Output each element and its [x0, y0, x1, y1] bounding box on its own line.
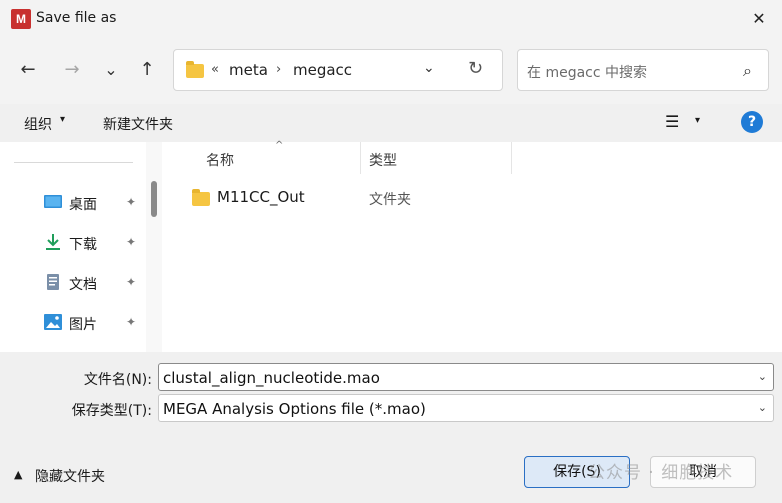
- close-button[interactable]: ✕: [736, 0, 782, 38]
- search-placeholder: 在 megacc 中搜索: [527, 65, 648, 81]
- sort-caret-icon: ^: [275, 140, 284, 151]
- filename-field[interactable]: clustal_align_nucleotide.mao ⌄: [158, 363, 774, 391]
- chevron-down-icon[interactable]: ⌄: [758, 401, 767, 414]
- save-fields: 文件名(N): clustal_align_nucleotide.mao ⌄ 保…: [0, 352, 782, 432]
- filetype-value: MEGA Analysis Options file (*.mao): [163, 400, 426, 418]
- browser-area: 桌面 ✦ 下载 ✦ 文档 ✦ 图片 ✦ ^ 名称 类型 M11CC_Out 文件…: [0, 140, 782, 352]
- pin-icon[interactable]: ✦: [126, 315, 136, 329]
- file-name: M11CC_Out: [217, 188, 305, 206]
- search-icon[interactable]: ⌕: [743, 61, 752, 81]
- sidebar-item-label: 下载: [69, 237, 97, 253]
- filetype-label: 保存类型(T):: [71, 403, 152, 419]
- recent-locations-button[interactable]: ⌄: [97, 58, 125, 82]
- sidebar-item-documents[interactable]: 文档 ✦: [44, 270, 144, 296]
- navigation-pane: 桌面 ✦ 下载 ✦ 文档 ✦ 图片 ✦: [0, 142, 162, 352]
- filename-label: 文件名(N):: [83, 372, 152, 388]
- back-button[interactable]: ←: [14, 58, 42, 82]
- breadcrumb-overflow[interactable]: «: [211, 62, 219, 77]
- help-icon[interactable]: ?: [741, 111, 763, 133]
- sidebar-item-label: 桌面: [69, 197, 97, 213]
- filename-value: clustal_align_nucleotide.mao: [163, 369, 380, 387]
- forward-button[interactable]: →: [58, 58, 86, 82]
- breadcrumb-meta[interactable]: meta: [229, 61, 268, 79]
- pin-icon[interactable]: ✦: [126, 275, 136, 289]
- view-list-icon[interactable]: ☰: [665, 112, 679, 131]
- sidebar-item-desktop[interactable]: 桌面 ✦: [44, 190, 144, 216]
- pictures-icon: [44, 314, 62, 330]
- download-icon: [46, 234, 60, 250]
- scrollbar-thumb[interactable]: [151, 181, 157, 217]
- sidebar-item-downloads[interactable]: 下载 ✦: [44, 230, 144, 256]
- hide-folders-button[interactable]: 隐藏文件夹: [35, 466, 105, 486]
- folder-icon: [186, 61, 204, 78]
- command-bar: 组织 ▾ 新建文件夹 ☰ ▾: [0, 104, 782, 142]
- chevron-down-icon[interactable]: ⌄: [423, 60, 435, 76]
- dialog-footer: ▲ 隐藏文件夹 保存(S) 取消 公众号 · 细胞技术: [0, 432, 782, 503]
- up-button[interactable]: ↑: [133, 58, 161, 82]
- sidebar-item-pictures[interactable]: 图片 ✦: [44, 310, 144, 336]
- breadcrumb-megacc[interactable]: megacc: [293, 61, 352, 79]
- column-header-name[interactable]: 名称: [206, 150, 234, 170]
- pin-icon[interactable]: ✦: [126, 195, 136, 209]
- sidebar-item-label: 图片: [69, 317, 97, 333]
- file-list: ^ 名称 类型 M11CC_Out 文件夹: [162, 140, 782, 352]
- column-divider[interactable]: [511, 142, 512, 174]
- title-bar: M Save file as ✕: [0, 0, 782, 38]
- app-logo-icon: M: [11, 9, 31, 29]
- folder-icon: [192, 189, 210, 206]
- file-type: 文件夹: [369, 192, 411, 208]
- sidebar-item-label: 文档: [69, 277, 97, 293]
- table-row[interactable]: M11CC_Out 文件夹: [192, 186, 752, 210]
- refresh-icon[interactable]: ↻: [468, 58, 483, 79]
- chevron-up-icon[interactable]: ▲: [14, 468, 22, 481]
- document-icon: [47, 274, 59, 290]
- address-bar[interactable]: « meta › megacc ⌄ ↻: [173, 49, 503, 91]
- organize-button[interactable]: 组织: [24, 114, 52, 134]
- filetype-select[interactable]: MEGA Analysis Options file (*.mao) ⌄: [158, 394, 774, 422]
- scrollbar[interactable]: [146, 142, 162, 352]
- column-header-type[interactable]: 类型: [369, 150, 397, 170]
- pin-icon[interactable]: ✦: [126, 235, 136, 249]
- search-input[interactable]: 在 megacc 中搜索 ⌕: [517, 49, 769, 91]
- desktop-icon: [44, 195, 62, 208]
- divider: [14, 162, 133, 163]
- watermark: 公众号 · 细胞技术: [588, 463, 734, 483]
- chevron-down-icon[interactable]: ⌄: [758, 370, 767, 383]
- view-caret-icon[interactable]: ▾: [695, 115, 700, 126]
- column-divider[interactable]: [360, 142, 361, 174]
- new-folder-button[interactable]: 新建文件夹: [103, 114, 173, 134]
- window-title: Save file as: [36, 10, 117, 26]
- breadcrumb-separator: ›: [276, 62, 282, 77]
- caret-down-icon[interactable]: ▾: [60, 114, 65, 125]
